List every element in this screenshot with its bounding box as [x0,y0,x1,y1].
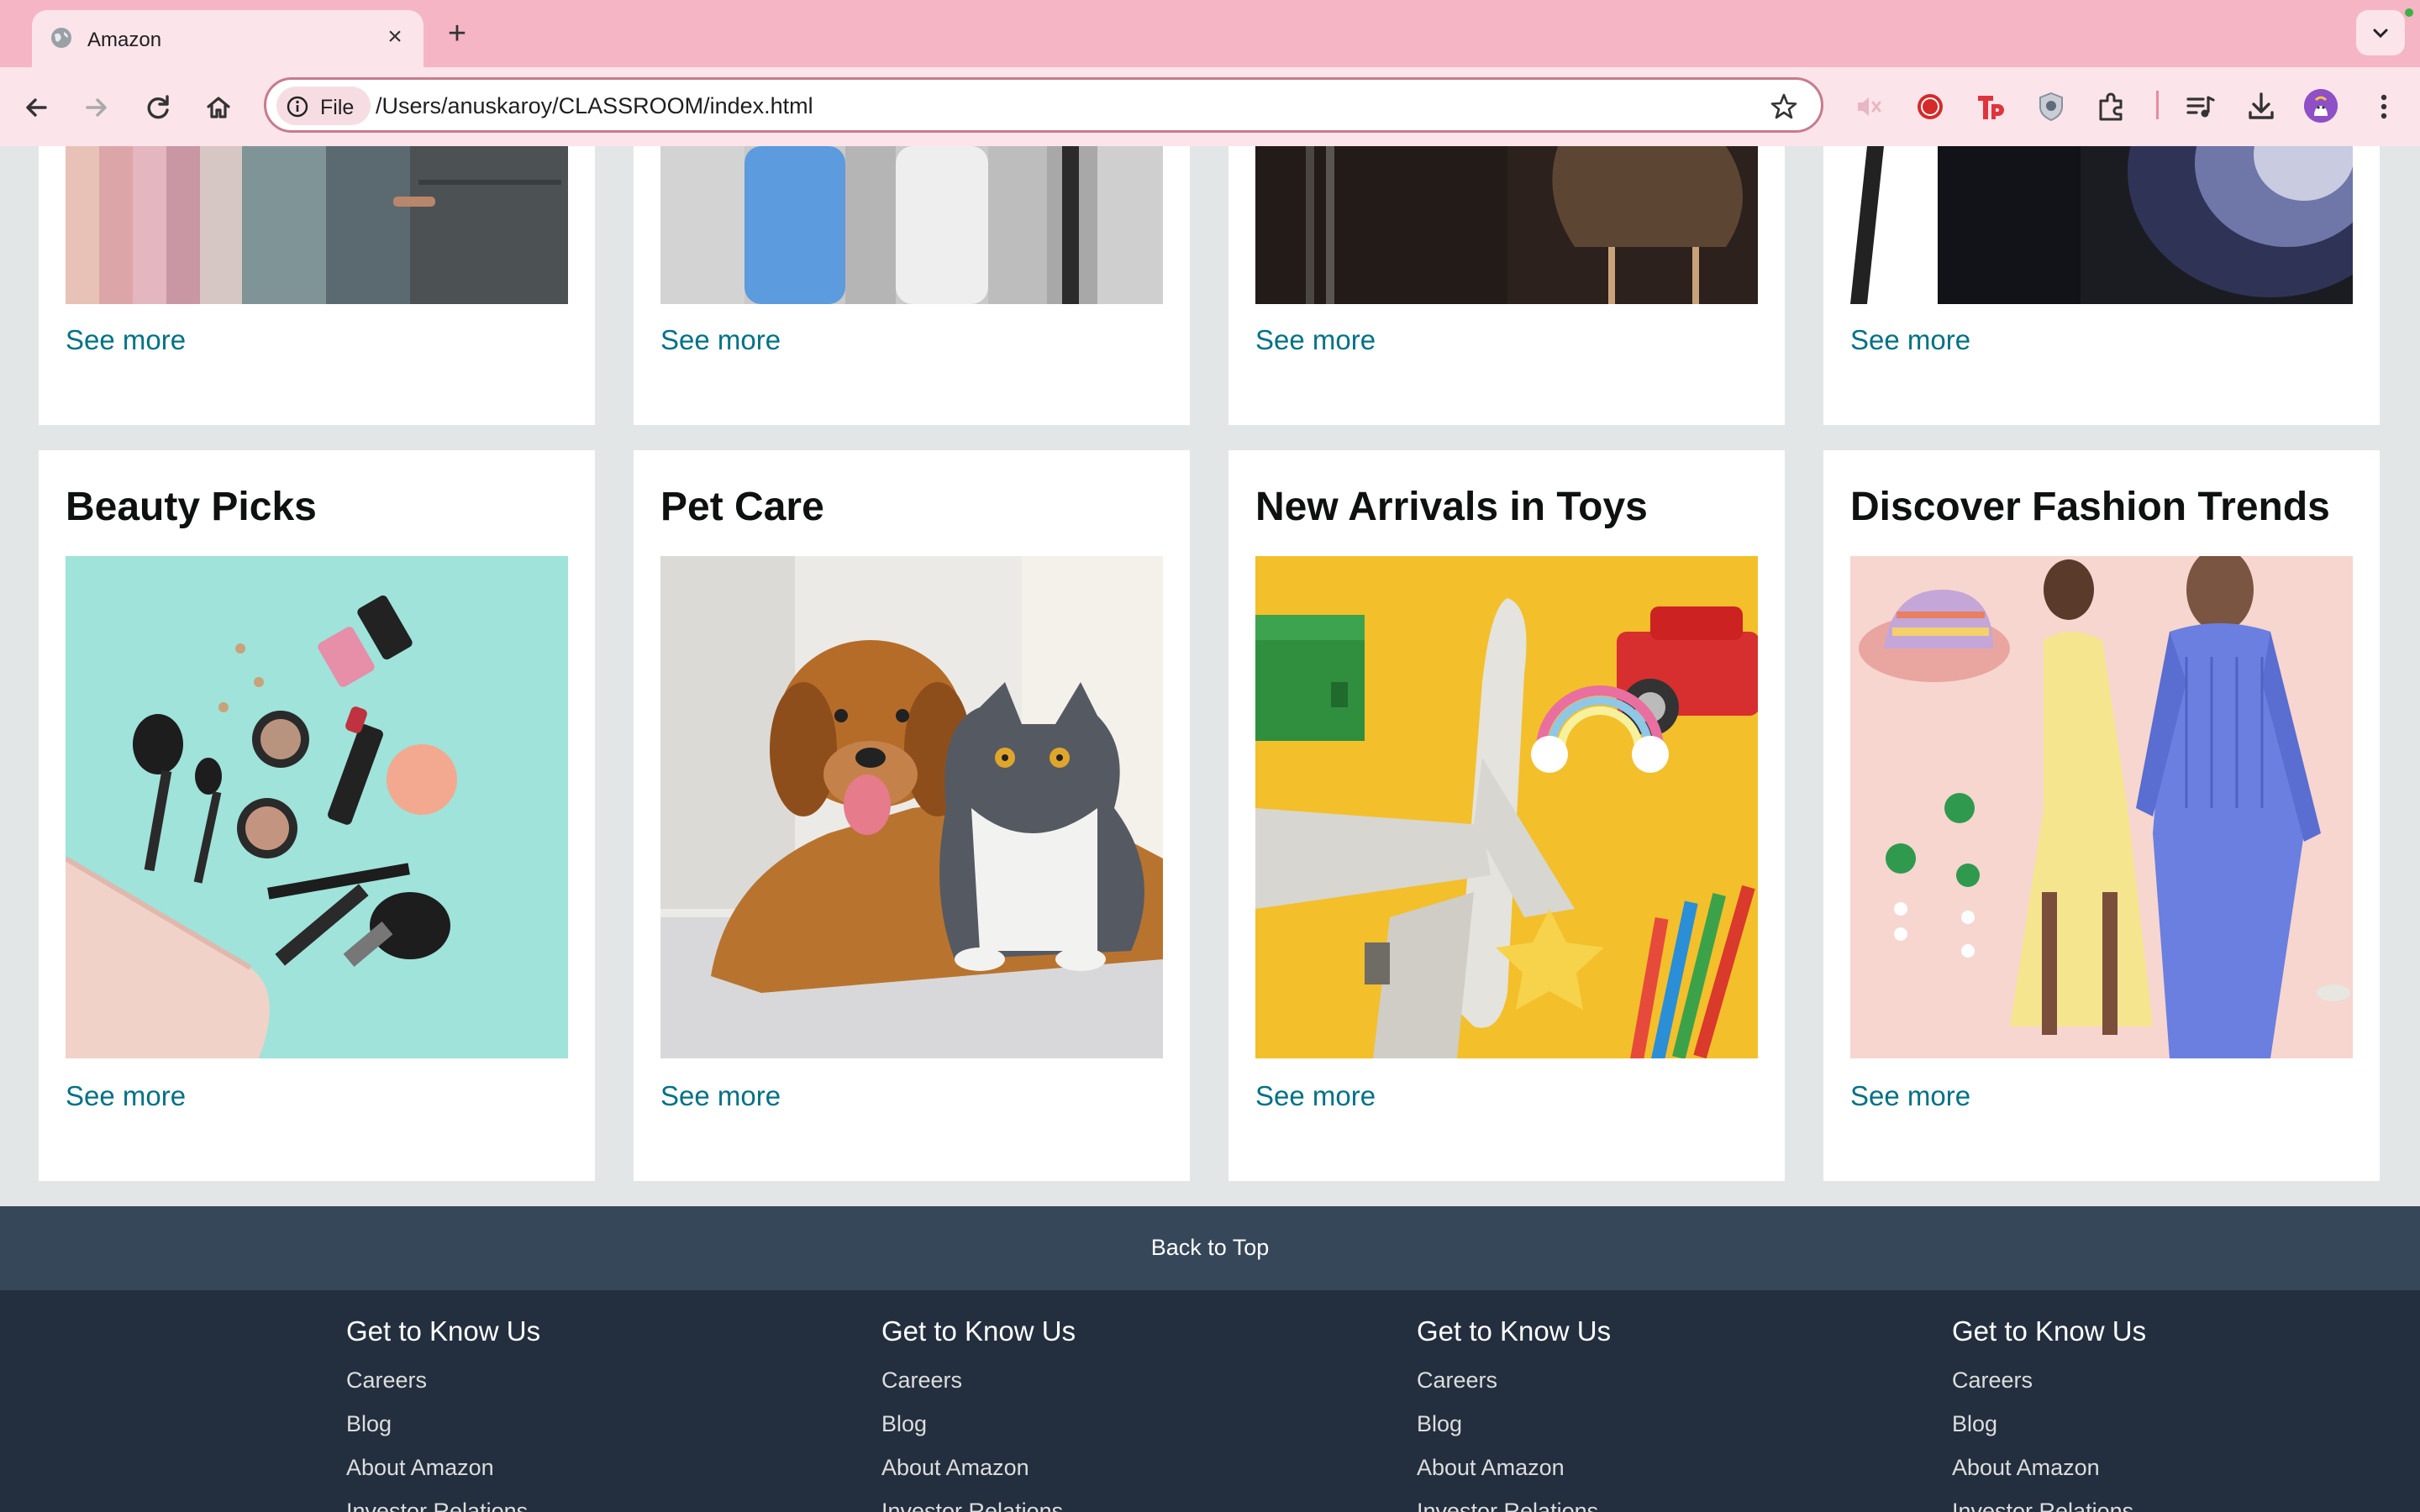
close-tab-icon[interactable]: × [381,24,408,50]
card-image-samsung-phone[interactable] [1850,146,2353,304]
footer-link-blog[interactable]: Blog [881,1411,927,1437]
footer-link-blog[interactable]: Blog [1952,1411,1997,1437]
kitchen-appliances-image [660,146,1163,304]
furniture-chair-image [1255,146,1758,304]
footer-link-about[interactable]: About Amazon [881,1455,1029,1481]
tab-search-button[interactable] [2356,10,2405,55]
product-card: See more [634,146,1190,425]
footer-heading: Get to Know Us [1417,1315,1612,1347]
footer-heading: Get to Know Us [1952,1315,2147,1347]
see-more-link[interactable]: See more [1255,1080,1376,1112]
avatar-face-icon [2304,89,2338,123]
muted-icon[interactable] [1850,87,1889,126]
chip-label: File [320,96,355,119]
samsung-phone-image [1850,146,2353,304]
product-card: Discover Fashion Trends See more [1823,450,2380,1181]
footer-heading: Get to Know Us [346,1315,541,1347]
footer-link-investor-relations[interactable]: Investor Relations [881,1499,1063,1512]
profile-avatar[interactable] [2304,89,2338,123]
site-info-chip[interactable]: File [276,87,371,125]
product-card: Beauty Picks See more [39,450,595,1181]
footer-link-blog[interactable]: Blog [1417,1411,1462,1437]
see-more-link[interactable]: See more [1255,324,1376,356]
product-card: See more [1228,146,1785,425]
recording-indicator [2405,8,2413,17]
globe-icon [51,28,71,48]
footer-link-about[interactable]: About Amazon [346,1455,494,1481]
reload-icon[interactable] [139,89,176,126]
see-more-link[interactable]: See more [66,324,186,356]
browser-toolbar: File /Users/anuskaroy/CLASSROOM/index.ht… [0,67,2420,146]
see-more-link[interactable]: See more [66,1080,186,1112]
address-bar[interactable]: File /Users/anuskaroy/CLASSROOM/index.ht… [264,77,1823,133]
extensions-icon[interactable] [2092,87,2131,126]
card-image-fabric-swatches[interactable] [66,146,568,304]
record-icon[interactable] [1911,87,1949,126]
card-image-dog-and-cat[interactable] [660,556,1163,1058]
footer-link-investor-relations[interactable]: Investor Relations [346,1499,528,1512]
card-image-makeup-flatlay[interactable] [66,556,568,1058]
see-more-link[interactable]: See more [660,324,781,356]
home-icon[interactable] [200,89,237,126]
card-title: Beauty Picks [66,485,317,529]
download-icon[interactable] [2242,87,2281,126]
card-title: Discover Fashion Trends [1850,485,2330,529]
footer-link-investor-relations[interactable]: Investor Relations [1952,1499,2133,1512]
browser-tab-bar: Amazon × + [0,0,2420,67]
card-image-kitchen-appliances[interactable] [660,146,1163,304]
footer-link-careers[interactable]: Careers [346,1368,427,1394]
forward-icon[interactable] [77,89,114,126]
card-image-furniture-chair[interactable] [1255,146,1758,304]
product-card: New Arrivals in Toys See more [1228,450,1785,1181]
tab-title: Amazon [87,29,162,51]
info-icon [287,96,308,118]
tp-extension-icon[interactable] [1971,87,2010,126]
fabric-swatches-image [66,146,568,304]
back-to-top-bar[interactable]: Back to Top [0,1206,2420,1290]
product-card: See more [39,146,595,425]
footer-link-careers[interactable]: Careers [1417,1368,1497,1394]
card-title: New Arrivals in Toys [1255,485,1648,529]
toy-plane-pencils-image [1255,556,1758,1058]
footer-link-about[interactable]: About Amazon [1417,1455,1565,1481]
new-tab-button[interactable]: + [440,17,474,50]
chevron-down-icon [2373,29,2388,39]
see-more-link[interactable]: See more [1850,1080,1970,1112]
footer-link-careers[interactable]: Careers [1952,1368,2033,1394]
footer-link-blog[interactable]: Blog [346,1411,392,1437]
toolbar-divider [2156,91,2159,119]
makeup-flatlay-image [66,556,568,1058]
footer-link-careers[interactable]: Careers [881,1368,962,1394]
back-to-top-label: Back to Top [1150,1235,1270,1260]
footer: Get to Know Us Careers Blog About Amazon… [0,1290,2420,1512]
footer-link-about[interactable]: About Amazon [1952,1455,2100,1481]
browser-tab[interactable]: Amazon × [32,10,424,67]
media-controls-icon[interactable] [2181,87,2220,126]
footer-heading: Get to Know Us [881,1315,1076,1347]
url-text[interactable]: /Users/anuskaroy/CLASSROOM/index.html [376,93,813,119]
card-title: Pet Care [660,485,824,529]
page-viewport: See more See more See more See more Beau… [0,146,2420,1512]
see-more-link[interactable]: See more [1850,324,1970,356]
card-image-toy-plane-pencils[interactable] [1255,556,1758,1058]
menu-icon[interactable] [2365,87,2403,126]
product-card: Pet Care See more [634,450,1190,1181]
shield-extension-icon[interactable] [2032,87,2070,126]
fashion-models-image [1850,556,2353,1058]
card-image-fashion-models[interactable] [1850,556,2353,1058]
dog-and-cat-image [660,556,1163,1058]
see-more-link[interactable]: See more [660,1080,781,1112]
back-icon[interactable] [18,89,55,126]
footer-link-investor-relations[interactable]: Investor Relations [1417,1499,1598,1512]
product-card: See more [1823,146,2380,425]
star-icon[interactable] [1769,92,1799,122]
